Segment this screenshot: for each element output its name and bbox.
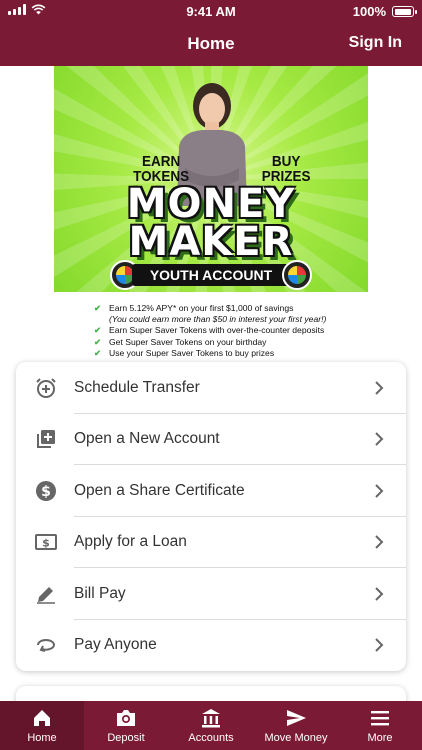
menu-item-apply-loan[interactable]: $ Apply for a Loan bbox=[16, 517, 406, 568]
chevron-right-icon bbox=[375, 535, 384, 549]
benefit-item: ✔ Use your Super Saver Tokens to buy priz… bbox=[94, 347, 275, 358]
menu-item-label: Schedule Transfer bbox=[74, 378, 200, 396]
promo-benefits: ✔ Earn 5.12% APY* on your first $1,000 of… bbox=[94, 303, 394, 359]
promo-money: MONEY bbox=[126, 181, 296, 227]
benefit-item: ✔ Earn Super Saver Tokens with over-the-c… bbox=[94, 325, 325, 336]
status-bar: 9:41 AM 100% bbox=[0, 0, 422, 22]
menu-item-pay-anyone[interactable]: Pay Anyone bbox=[16, 620, 406, 672]
pencil-icon bbox=[37, 586, 55, 604]
menu-icon bbox=[371, 711, 389, 726]
tab-label: Accounts bbox=[188, 732, 234, 744]
chevron-right-icon bbox=[375, 484, 384, 498]
menu-item-open-share-certificate[interactable]: $ Open a Share Certificate bbox=[16, 465, 406, 517]
menu-item-label: Pay Anyone bbox=[74, 636, 157, 654]
benefit-note: (You could earn more than $50 in interes… bbox=[109, 314, 327, 325]
check-icon: ✔ bbox=[94, 336, 102, 347]
menu-item-label: Bill Pay bbox=[74, 584, 126, 602]
menu-item-open-new-account[interactable]: Open a New Account bbox=[16, 414, 406, 465]
menu-item-label: Apply for a Loan bbox=[74, 533, 187, 551]
benefit-item: ✔ Earn 5.12% APY* on your first $1,000 of… bbox=[94, 303, 294, 313]
camera-icon bbox=[117, 710, 135, 726]
menu-item-schedule-transfer[interactable]: Schedule Transfer bbox=[16, 362, 406, 414]
send-icon bbox=[287, 710, 306, 726]
bank-icon bbox=[202, 709, 220, 728]
tab-deposit[interactable]: Deposit bbox=[84, 701, 168, 750]
check-icon: ✔ bbox=[94, 347, 102, 358]
tab-move-money[interactable]: Move Money bbox=[254, 701, 338, 750]
tab-label: Move Money bbox=[264, 732, 328, 744]
home-icon bbox=[34, 710, 50, 726]
dollar-bill-icon: $ bbox=[35, 534, 57, 551]
check-icon: ✔ bbox=[94, 303, 102, 313]
tab-home[interactable]: Home bbox=[0, 701, 84, 750]
add-box-icon bbox=[37, 430, 55, 449]
benefit-item: ✔ Get Super Saver Tokens on your birthday bbox=[94, 336, 267, 347]
promo-buy-prizes: BUY PRIZES bbox=[261, 153, 311, 185]
dollar-circle-icon: $ bbox=[36, 480, 56, 501]
menu-item-label: Open a Share Certificate bbox=[74, 481, 245, 499]
battery-percent: 100% bbox=[352, 4, 386, 19]
svg-text:$: $ bbox=[42, 537, 50, 550]
promo-youth-account: YOUTH ACCOUNT bbox=[132, 264, 290, 286]
sign-in-button[interactable]: Sign In bbox=[349, 34, 402, 52]
menu-item-label: Open a New Account bbox=[74, 430, 220, 448]
top-bar: 9:41 AM 100% Home Sign In bbox=[0, 0, 422, 66]
chevron-right-icon bbox=[375, 381, 384, 395]
chevron-right-icon bbox=[375, 432, 384, 446]
svg-text:$: $ bbox=[41, 484, 51, 500]
chevron-right-icon bbox=[375, 638, 384, 652]
seal-logo-right bbox=[282, 260, 312, 290]
tab-bar: Home Deposit Accounts Move Money More bbox=[0, 701, 422, 750]
tab-label: More bbox=[367, 732, 393, 744]
pay-anyone-icon bbox=[37, 639, 55, 653]
tab-label: Home bbox=[27, 732, 57, 744]
clock-plus-icon bbox=[36, 378, 56, 398]
promo-banner[interactable]: EARN TOKENS BUY PRIZES MONEY MAKER YOUTH… bbox=[54, 66, 368, 292]
battery-icon bbox=[392, 6, 417, 17]
tab-label: Deposit bbox=[107, 732, 145, 744]
menu-item-bill-pay[interactable]: Bill Pay bbox=[16, 568, 406, 620]
check-icon: ✔ bbox=[94, 325, 102, 336]
quick-actions-card: Schedule Transfer Open a New Account $ O… bbox=[16, 362, 406, 671]
tab-more[interactable]: More bbox=[338, 701, 422, 750]
chevron-right-icon bbox=[375, 587, 384, 601]
promo-earn-tokens: EARN TOKENS bbox=[133, 153, 190, 185]
promo-maker: MAKER bbox=[128, 219, 294, 265]
tab-accounts[interactable]: Accounts bbox=[168, 701, 254, 750]
